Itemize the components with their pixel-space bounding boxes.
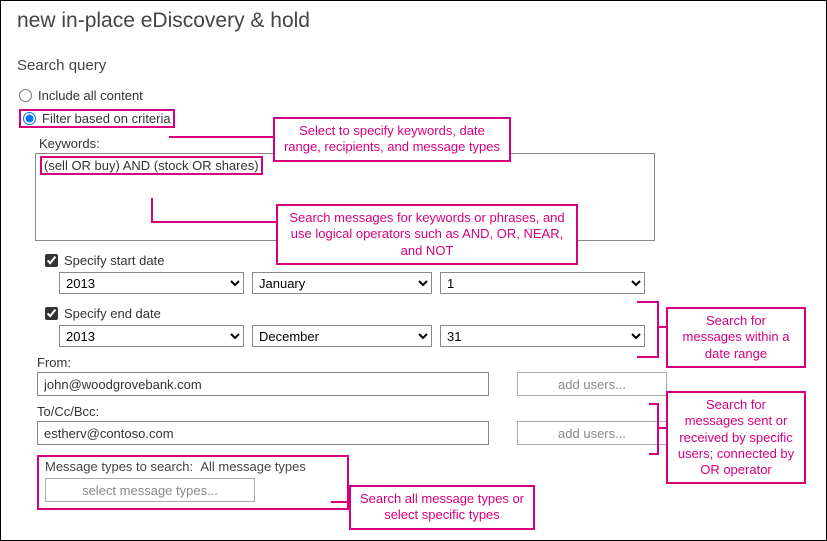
message-types-label: Message types to search: All message typ… <box>45 459 341 474</box>
connector-dates-h2 <box>637 356 657 358</box>
end-day-select[interactable]: 31 <box>440 325 645 347</box>
select-message-types-button[interactable]: select message types... <box>45 478 255 502</box>
callout-keywords: Search messages for keywords or phrases,… <box>276 204 578 265</box>
radio-include-all-label: Include all content <box>38 88 143 103</box>
from-add-users-button[interactable]: add users... <box>517 372 667 396</box>
connector-keywords-v <box>151 198 153 222</box>
check-start-date-label: Specify start date <box>64 253 164 268</box>
radio-filter-criteria-label: Filter based on criteria <box>42 111 171 126</box>
connector-dates-h3 <box>657 326 667 328</box>
start-month-select[interactable]: January <box>252 272 432 294</box>
section-title: Search query <box>1 33 826 74</box>
keywords-value: (sell OR buy) AND (stock OR shares) <box>40 156 263 175</box>
to-input[interactable] <box>37 421 489 445</box>
start-day-select[interactable]: 1 <box>440 272 645 294</box>
radio-filter-criteria-input[interactable] <box>23 112 36 125</box>
end-month-select[interactable]: December <box>252 325 432 347</box>
to-add-users-button[interactable]: add users... <box>517 421 667 445</box>
radio-include-all[interactable]: Include all content <box>19 88 826 103</box>
page-title: new in-place eDiscovery & hold <box>1 1 826 33</box>
connector-criteria <box>169 136 273 138</box>
start-year-select[interactable]: 2013 <box>59 272 244 294</box>
connector-users-h2 <box>649 453 657 455</box>
message-types-box: Message types to search: All message typ… <box>37 455 349 510</box>
from-input[interactable] <box>37 372 489 396</box>
check-start-date-input[interactable] <box>45 254 58 267</box>
check-end-date-input[interactable] <box>45 307 58 320</box>
connector-users-v <box>657 403 659 455</box>
callout-dates: Search for messages within a date range <box>666 307 806 368</box>
radio-include-all-input[interactable] <box>19 89 32 102</box>
end-year-select[interactable]: 2013 <box>59 325 244 347</box>
radio-filter-criteria-wrap: Filter based on criteria <box>19 109 175 128</box>
connector-dates-h1 <box>637 301 657 303</box>
callout-types: Search all message types or select speci… <box>349 485 535 530</box>
callout-users: Search for messages sent or received by … <box>666 391 806 484</box>
connector-users-h3 <box>657 427 667 429</box>
connector-dates-v <box>657 301 659 358</box>
connector-users-h1 <box>649 403 657 405</box>
callout-criteria: Select to specify keywords, date range, … <box>273 117 511 162</box>
connector-keywords-h <box>151 221 277 223</box>
connector-types <box>331 501 349 503</box>
check-end-date-label: Specify end date <box>64 306 161 321</box>
